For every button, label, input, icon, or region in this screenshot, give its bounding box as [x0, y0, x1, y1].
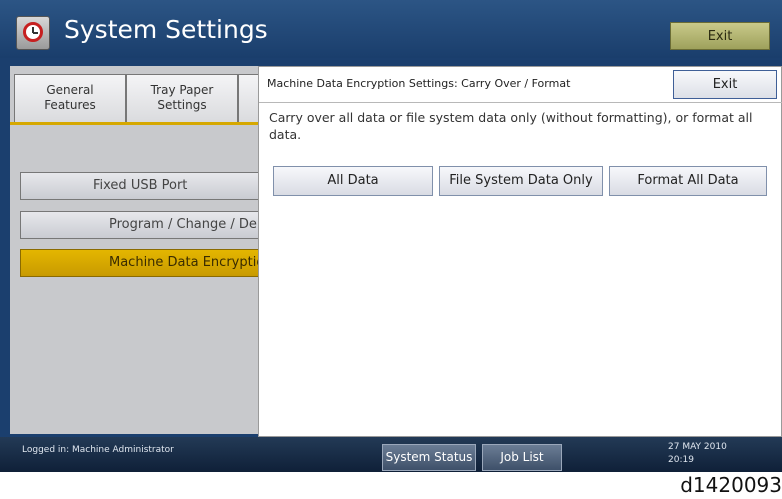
dialog-message: Carry over all data or file system data … — [269, 110, 753, 142]
date-time: 27 MAY 2010 20:19 — [668, 441, 727, 467]
carry-over-format-dialog: Machine Data Encryption Settings: Carry … — [258, 66, 782, 437]
all-data-button[interactable]: All Data — [273, 166, 433, 196]
divider — [259, 102, 782, 103]
figure-code: d1420093 — [680, 473, 782, 497]
job-list-button[interactable]: Job List — [482, 444, 562, 471]
system-status-button[interactable]: System Status — [382, 444, 476, 471]
tab-tray-paper-settings[interactable]: Tray Paper Settings — [126, 74, 238, 124]
program-change-delete-button[interactable]: Program / Change / Dele — [20, 211, 260, 239]
time-text: 20:19 — [668, 455, 694, 465]
fixed-usb-port-button[interactable]: Fixed USB Port — [20, 172, 260, 200]
settings-panel: General Features Tray Paper Settings Fix… — [10, 66, 268, 434]
machine-data-encryption-button[interactable]: Machine Data Encryption — [20, 249, 260, 277]
tab-general-features[interactable]: General Features — [14, 74, 126, 124]
system-settings-icon — [16, 16, 50, 50]
tab-underline — [10, 122, 260, 125]
logged-in-text: Logged in: Machine Administrator — [22, 445, 174, 455]
title-bar: System Settings Exit — [0, 0, 782, 58]
dialog-exit-button[interactable]: Exit — [673, 70, 777, 99]
main-exit-button[interactable]: Exit — [670, 22, 770, 50]
date-text: 27 MAY 2010 — [668, 442, 727, 452]
file-system-data-only-button[interactable]: File System Data Only — [439, 166, 603, 196]
format-all-data-button[interactable]: Format All Data — [609, 166, 767, 196]
dialog-title: Machine Data Encryption Settings: Carry … — [267, 77, 571, 90]
status-bar: Logged in: Machine Administrator System … — [0, 437, 782, 472]
device-screen: System Settings Exit General Features Tr… — [0, 0, 782, 472]
app-title: System Settings — [64, 15, 268, 44]
